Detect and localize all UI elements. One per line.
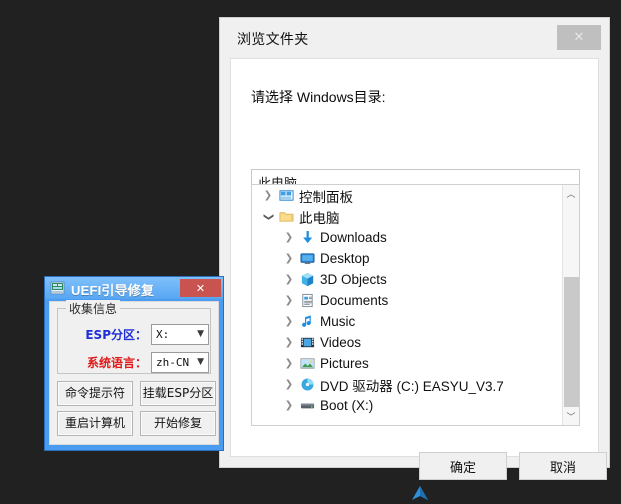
chevron-right-icon[interactable]: ❯ (281, 316, 297, 327)
scrollbar-thumb[interactable] (564, 277, 579, 407)
tree-item-label: Documents (320, 293, 389, 308)
collect-info-legend: 收集信息 (66, 300, 121, 317)
esp-partition-label: ESP分区： (85, 327, 147, 342)
chevron-right-icon[interactable]: ❯ (281, 274, 297, 285)
chevron-right-icon[interactable]: ❯ (281, 232, 297, 243)
tree-item[interactable]: ❯ Music (252, 311, 563, 332)
scroll-up-icon[interactable]: ︿ (563, 185, 579, 202)
cancel-button[interactable]: 取消 (519, 452, 607, 480)
chevron-right-icon[interactable]: ❯ (281, 295, 297, 306)
close-icon[interactable]: ✕ (180, 279, 221, 297)
esp-partition-row: ESP分区： X: ▼ (64, 323, 214, 345)
tree-item-label: Desktop (320, 251, 370, 266)
tree-item[interactable]: ❯ 此电脑 (252, 206, 563, 227)
uefi-boot-repair-dialog: UEFI引导修复 ✕ 收集信息 ESP分区： X: ▼ 系统语言： zh-CN … (44, 276, 224, 451)
tree-item-label: Pictures (320, 356, 369, 371)
browse-dialog-body: 请选择 Windows目录: ❯控制面板❯此电脑❯Downloads❯Deskt… (230, 58, 607, 480)
3d-objects-icon (297, 272, 317, 287)
close-icon[interactable]: ✕ (557, 25, 601, 50)
chevron-right-icon[interactable]: ❯ (281, 358, 297, 369)
tree-item[interactable]: ❯ Downloads (252, 227, 563, 248)
tree-item-label: DVD 驱动器 (C:) EASYU_V3.7 (320, 378, 504, 394)
dvd-drive-icon (297, 377, 317, 392)
mount-esp-button[interactable]: 挂载ESP分区 (140, 381, 216, 406)
music-icon (297, 314, 317, 329)
tree-item-label: 此电脑 (299, 210, 340, 226)
tree-item-label: Videos (320, 335, 362, 350)
tree-item-label: 3D Objects (320, 272, 387, 287)
folder-tree-scroll-area: ❯ 控制面板 ❯ 此电脑 ❯ Downloads ❯ Desktop ❯ 3D Objects ❯ D… (252, 185, 563, 425)
system-language-label: 系统语言： (86, 355, 147, 370)
chevron-right-icon[interactable]: ❯ (281, 400, 297, 411)
tree-item-label: Music (320, 314, 356, 329)
chevron-down-icon[interactable]: ❯ (263, 209, 274, 225)
browse-prompt-label: 请选择 Windows目录: (251, 89, 386, 105)
uefi-dialog-title: UEFI引导修复 (71, 283, 155, 298)
esp-partition-select[interactable]: X: ▼ (151, 323, 209, 345)
folder-tree[interactable]: ❯ 控制面板 ❯ 此电脑 ❯ Downloads ❯ Desktop ❯ 3D Objects ❯ D… (251, 184, 580, 426)
system-language-row: 系统语言： zh-CN ▼ (64, 351, 214, 373)
chevron-down-icon: ▼ (197, 328, 204, 339)
browse-folder-dialog: 浏览文件夹 ✕ 请选择 Windows目录: ❯控制面板❯此电脑❯Downloa… (219, 17, 610, 480)
start-repair-button[interactable]: 开始修复 (140, 411, 216, 436)
chevron-right-icon[interactable]: ❯ (260, 190, 276, 201)
tree-item[interactable]: ❯ 3D Objects (252, 269, 563, 290)
app-icon (50, 281, 65, 295)
uefi-dialog-client: 收集信息 ESP分区： X: ▼ 系统语言： zh-CN ▼ 命令提示符 挂载E… (49, 300, 219, 445)
tree-item-label: Downloads (320, 230, 387, 245)
reboot-button[interactable]: 重启计算机 (57, 411, 133, 436)
folder-icon (276, 209, 296, 224)
command-prompt-button[interactable]: 命令提示符 (57, 381, 133, 406)
uefi-dialog-titlebar[interactable]: UEFI引导修复 ✕ (45, 277, 223, 299)
collect-info-group: 收集信息 ESP分区： X: ▼ 系统语言： zh-CN ▼ (57, 300, 214, 374)
tree-item-label: Boot (X:) (320, 398, 374, 413)
ok-button[interactable]: 确定 (419, 452, 507, 480)
documents-icon (297, 293, 317, 308)
system-language-select[interactable]: zh-CN ▼ (151, 351, 209, 373)
esp-partition-value: X: (156, 327, 170, 341)
tree-scrollbar[interactable]: ︿ ﹀ (562, 185, 579, 425)
system-language-value: zh-CN (156, 355, 190, 369)
hard-drive-icon (297, 398, 317, 413)
chevron-right-icon[interactable]: ❯ (281, 253, 297, 264)
tree-item[interactable]: ❯ Pictures (252, 353, 563, 374)
tree-item[interactable]: ❯ Videos (252, 332, 563, 353)
blue-arrow-icon (412, 486, 428, 500)
chevron-down-icon: ▼ (197, 356, 204, 367)
tree-item[interactable]: ❯ DVD 驱动器 (C:) EASYU_V3.7 (252, 374, 563, 395)
chevron-right-icon[interactable]: ❯ (281, 379, 297, 390)
desktop-icon (297, 251, 317, 266)
tree-item[interactable]: ❯ Documents (252, 290, 563, 311)
browse-dialog-title: 浏览文件夹 (237, 31, 309, 47)
tree-item-label: 控制面板 (299, 189, 353, 205)
downloads-icon (297, 230, 317, 245)
chevron-right-icon[interactable]: ❯ (281, 337, 297, 348)
videos-icon (297, 335, 317, 350)
pictures-icon (297, 356, 317, 371)
control-panel-icon (276, 188, 296, 203)
tree-item[interactable]: ❯ 控制面板 (252, 185, 563, 206)
scroll-down-icon[interactable]: ﹀ (563, 408, 579, 425)
close-glyph: ✕ (573, 30, 585, 45)
browse-dialog-titlebar[interactable]: 浏览文件夹 ✕ (220, 18, 609, 58)
tree-item[interactable]: ❯ Boot (X:) (252, 395, 563, 416)
tree-item[interactable]: ❯ Desktop (252, 248, 563, 269)
